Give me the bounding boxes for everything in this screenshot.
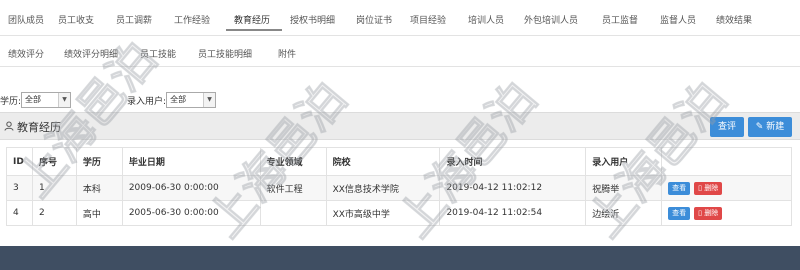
- tab-education[interactable]: 教育经历: [226, 11, 282, 31]
- cell-graduation-date: 2005-06-30 0:00:00: [121, 200, 261, 226]
- tab-authorization[interactable]: 授权书明细: [282, 11, 348, 31]
- cell-school: XX市高级中学: [325, 200, 441, 226]
- filter-bar: 学历: 全部 ▼ 录入用户: 全部 ▼: [0, 92, 217, 108]
- tab-trainees[interactable]: 培训人员: [460, 11, 516, 31]
- chevron-down-icon: ▼: [203, 93, 216, 107]
- tab-performance-results[interactable]: 绩效结果: [708, 11, 760, 31]
- delete-button-label: 删除: [704, 208, 719, 217]
- cell-seq: 2: [31, 200, 77, 226]
- cell-graduation-date: 2009-06-30 0:00:00: [121, 175, 261, 201]
- cell-entry-time: 2019-04-12 11:02:12: [439, 175, 587, 201]
- tabs-divider: [0, 35, 800, 36]
- tab-team-members[interactable]: 团队成员: [0, 11, 50, 31]
- panel-title-text: 教育经历: [17, 121, 61, 134]
- tab-outsourced-trainees[interactable]: 外包培训人员: [516, 11, 594, 31]
- edit-icon: ✎: [755, 122, 764, 132]
- tab-project-experience[interactable]: 项目经验: [402, 11, 460, 31]
- cell-major: 软件工程: [259, 175, 327, 201]
- education-table: ID 序号 学历 毕业日期 专业领域 院校 录入时间 录入用户 3 1 本科 2…: [6, 147, 792, 226]
- tab-employee-skills[interactable]: 员工技能: [132, 45, 190, 65]
- cell-school: XX信息技术学院: [325, 175, 441, 201]
- new-button[interactable]: ✎ 新建: [748, 117, 792, 137]
- delete-button[interactable]: ▯ 删除: [694, 206, 723, 220]
- column-header-actions: [661, 147, 792, 176]
- column-header-seq[interactable]: 序号: [31, 147, 77, 176]
- tabs-row-2: 绩效评分 绩效评分明细 员工技能 员工技能明细 附件: [0, 44, 310, 66]
- tab-attachments[interactable]: 附件: [270, 45, 310, 65]
- table-row[interactable]: 3 1 本科 2009-06-30 0:00:00 软件工程 XX信息技术学院 …: [6, 175, 792, 201]
- cell-actions: 查看 ▯ 删除: [661, 175, 792, 201]
- entry-user-select-value: 全部: [170, 95, 187, 104]
- education-select-value: 全部: [25, 95, 42, 104]
- footer-bar: [0, 246, 800, 270]
- tab-salary-adjust[interactable]: 员工调薪: [108, 11, 166, 31]
- tab-employee-skills-detail[interactable]: 员工技能明细: [190, 45, 270, 65]
- column-header-school[interactable]: 院校: [325, 147, 441, 176]
- cell-seq: 1: [31, 175, 77, 201]
- user-icon: [4, 121, 14, 134]
- view-button[interactable]: 查看: [668, 206, 691, 220]
- column-header-entry-time[interactable]: 录入时间: [439, 147, 587, 176]
- tab-certificates[interactable]: 岗位证书: [348, 11, 402, 31]
- tab-performance-score[interactable]: 绩效评分: [0, 45, 56, 65]
- entry-user-select[interactable]: 全部 ▼: [166, 92, 217, 108]
- education-select[interactable]: 全部 ▼: [21, 92, 72, 108]
- cell-entry-user: 边绘沂: [585, 200, 663, 226]
- tabs-divider: [0, 66, 800, 67]
- column-header-entry-user[interactable]: 录入用户: [585, 147, 663, 176]
- query-button[interactable]: 查评: [710, 117, 744, 137]
- new-button-label: 新建: [766, 122, 785, 132]
- cell-id: 4: [6, 200, 33, 226]
- cell-education: 高中: [75, 200, 123, 226]
- chevron-down-icon: ▼: [58, 93, 71, 107]
- cell-entry-time: 2019-04-12 11:02:54: [439, 200, 587, 226]
- entry-user-filter-label: 录入用户:: [127, 96, 167, 107]
- panel-header: 教育经历 查评 ✎ 新建: [0, 112, 800, 140]
- view-button[interactable]: 查看: [668, 181, 691, 195]
- column-header-education[interactable]: 学历: [75, 147, 123, 176]
- trash-icon: ▯: [698, 183, 703, 192]
- cell-actions: 查看 ▯ 删除: [661, 200, 792, 226]
- panel-title: 教育经历: [4, 119, 61, 135]
- cell-id: 3: [6, 175, 33, 201]
- cell-entry-user: 祝腾举: [585, 175, 663, 201]
- table-row[interactable]: 4 2 高中 2005-06-30 0:00:00 XX市高级中学 2019-0…: [6, 200, 792, 226]
- cell-major: [259, 200, 327, 226]
- table-header-row: ID 序号 学历 毕业日期 专业领域 院校 录入时间 录入用户: [6, 147, 792, 176]
- delete-button[interactable]: ▯ 删除: [694, 181, 723, 195]
- tabs-row-1: 团队成员 员工收支 员工调薪 工作经验 教育经历 授权书明细 岗位证书 项目经验…: [0, 10, 760, 32]
- delete-button-label: 删除: [704, 183, 719, 192]
- column-header-graduation-date[interactable]: 毕业日期: [121, 147, 261, 176]
- cell-education: 本科: [75, 175, 123, 201]
- trash-icon: ▯: [698, 208, 703, 217]
- column-header-major[interactable]: 专业领域: [259, 147, 327, 176]
- tab-work-experience[interactable]: 工作经验: [166, 11, 226, 31]
- tab-employee-income[interactable]: 员工收支: [50, 11, 108, 31]
- column-header-id[interactable]: ID: [6, 147, 33, 176]
- tab-performance-score-detail[interactable]: 绩效评分明细: [56, 45, 132, 65]
- education-filter-label: 学历:: [0, 96, 22, 107]
- tab-supervisors[interactable]: 监督人员: [652, 11, 708, 31]
- tab-employee-supervision[interactable]: 员工监督: [594, 11, 652, 31]
